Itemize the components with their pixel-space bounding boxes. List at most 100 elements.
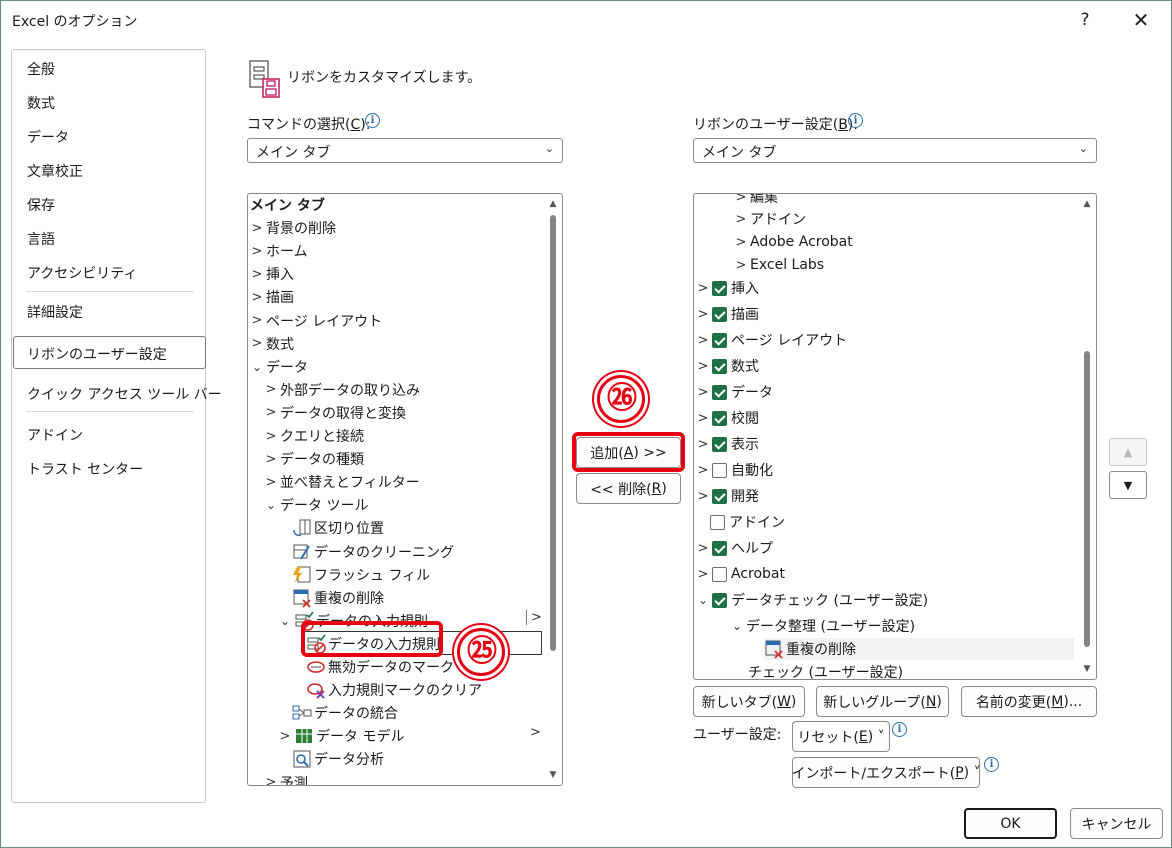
chevron-right-icon[interactable]: > xyxy=(264,429,278,444)
ribbon-tree-item[interactable]: > 表示 xyxy=(696,433,759,455)
new-group-button[interactable]: 新しいグループ(N) xyxy=(816,686,949,717)
chevron-right-icon[interactable]: > xyxy=(526,609,542,625)
chevron-right-icon[interactable]: > xyxy=(264,452,278,467)
command-tree-item[interactable]: ⌄ データ ツール xyxy=(264,494,368,516)
chevron-right-icon[interactable]: > xyxy=(696,411,710,426)
ribbon-tree-item[interactable]: > 編集 xyxy=(734,194,778,208)
chevron-right-icon[interactable]: > xyxy=(250,313,264,328)
chevron-down-icon[interactable]: ⌄ xyxy=(250,360,264,374)
tab-checkbox[interactable] xyxy=(712,358,727,374)
nav-item-quick-access-toolbar[interactable]: クイック アクセス ツール バー xyxy=(27,384,222,404)
import-export-dropdown-button[interactable]: インポート/エクスポート(P) ˅ xyxy=(791,757,981,788)
ribbon-tree-item[interactable]: 重複の削除 xyxy=(764,638,1074,660)
chevron-right-icon[interactable]: > xyxy=(264,475,278,490)
ribbon-tree-item[interactable]: アドイン xyxy=(710,511,785,533)
ribbon-tree-item[interactable]: > データ xyxy=(696,381,773,403)
ribbon-tree-item[interactable]: > 挿入 xyxy=(696,277,759,299)
chevron-right-icon[interactable]: > xyxy=(696,567,710,582)
nav-item-general[interactable]: 全般 xyxy=(27,59,55,79)
command-tree-item[interactable]: > クエリと接続 xyxy=(264,425,364,447)
commands-list[interactable]: メイン タブ > 背景の削除 > ホーム > 挿入 > 描画 > ページ レイアウト > 数式 ⌄ データ >… xyxy=(247,193,563,786)
remove-button[interactable]: << 削除(R) xyxy=(576,473,681,504)
new-tab-button[interactable]: 新しいタブ(W) xyxy=(693,686,805,717)
nav-item-trust-center[interactable]: トラスト センター xyxy=(27,459,143,479)
chevron-right-icon[interactable]: > xyxy=(264,382,278,397)
command-tree-item[interactable]: > ホーム xyxy=(250,240,308,262)
info-icon[interactable]: i xyxy=(365,113,380,128)
command-tree-item[interactable]: > データの種類 xyxy=(264,448,364,470)
ribbon-tree-item[interactable]: ⌄ データ整理 (ユーザー設定) xyxy=(730,615,915,637)
command-tree-item[interactable]: > ページ レイアウト xyxy=(250,310,383,332)
ribbon-tree-item[interactable]: > ヘルプ xyxy=(696,537,773,559)
ribbon-tabs-list[interactable]: > 編集 > アドイン > Adobe Acrobat > Excel Labs > 挿入 > 描画 >… xyxy=(693,193,1097,680)
command-tree-item[interactable]: > データの取得と変換 xyxy=(264,402,406,424)
customize-ribbon-dropdown[interactable]: メイン タブ ⌄ xyxy=(693,138,1097,163)
command-tree-item[interactable]: > 数式 xyxy=(250,333,294,355)
ribbon-tree-item[interactable]: > ページ レイアウト xyxy=(696,329,847,351)
tab-checkbox[interactable] xyxy=(712,540,727,556)
cancel-button[interactable]: キャンセル xyxy=(1070,808,1163,839)
nav-item-proofing[interactable]: 文章校正 xyxy=(27,161,83,181)
tab-checkbox[interactable] xyxy=(710,514,725,530)
command-tree-item[interactable]: > 並べ替えとフィルター xyxy=(264,471,420,493)
chevron-right-icon[interactable]: > xyxy=(696,437,710,452)
chevron-right-icon[interactable]: > xyxy=(250,336,264,351)
nav-item-formulas[interactable]: 数式 xyxy=(27,93,55,113)
ribbon-tree-item[interactable]: > 開発 xyxy=(696,485,759,507)
chevron-down-icon[interactable]: ⌄ xyxy=(264,498,278,512)
nav-item-customize-ribbon[interactable]: リボンのユーザー設定 xyxy=(27,344,167,364)
nav-item-save[interactable]: 保存 xyxy=(27,195,55,215)
command-tree-item[interactable]: 区切り位置 xyxy=(292,517,384,539)
scroll-down-icon[interactable]: ▼ xyxy=(548,770,558,780)
choose-commands-dropdown[interactable]: メイン タブ ⌄ xyxy=(247,138,563,163)
chevron-right-icon[interactable]: > xyxy=(734,212,748,227)
command-tree-item[interactable]: > 予測 xyxy=(264,772,308,785)
nav-item-accessibility[interactable]: アクセシビリティ xyxy=(27,263,137,283)
tab-checkbox[interactable] xyxy=(712,436,727,452)
tab-checkbox[interactable] xyxy=(712,566,727,582)
nav-item-advanced[interactable]: 詳細設定 xyxy=(27,302,83,322)
add-button[interactable]: 追加(A) >> xyxy=(576,437,681,468)
chevron-right-icon[interactable]: > xyxy=(264,775,278,785)
command-tree-item[interactable]: 無効データのマーク xyxy=(306,656,454,678)
commands-scrollbar[interactable]: ▲ ▼ xyxy=(546,195,560,784)
chevron-right-icon[interactable]: > xyxy=(250,267,264,282)
ribbon-tree-item[interactable]: > Adobe Acrobat xyxy=(734,231,853,253)
reset-dropdown-button[interactable]: リセット(E) ˅ xyxy=(792,721,890,752)
chevron-right-icon[interactable]: > xyxy=(696,359,710,374)
chevron-right-icon[interactable]: > xyxy=(734,258,748,273)
chevron-right-icon[interactable]: > xyxy=(264,405,278,420)
chevron-right-icon[interactable]: > xyxy=(278,729,292,744)
nav-item-addins[interactable]: アドイン xyxy=(27,425,83,445)
tab-checkbox[interactable] xyxy=(712,592,727,608)
command-tree-item[interactable]: > 外部データの取り込み xyxy=(264,379,420,401)
scroll-up-icon[interactable]: ▲ xyxy=(1082,199,1092,209)
ribbon-tree-item[interactable]: > Excel Labs xyxy=(734,254,825,276)
scroll-up-icon[interactable]: ▲ xyxy=(548,199,558,209)
tab-checkbox[interactable] xyxy=(712,410,727,426)
tab-checkbox[interactable] xyxy=(712,306,727,322)
chevron-right-icon[interactable]: > xyxy=(734,235,748,250)
ok-button[interactable]: OK xyxy=(964,808,1057,839)
ribbon-scrollbar[interactable]: ▲ ▼ xyxy=(1080,195,1094,678)
chevron-right-icon[interactable]: > xyxy=(696,489,710,504)
chevron-right-icon[interactable]: > xyxy=(696,541,710,556)
command-tree-item[interactable]: データのクリーニング xyxy=(292,541,454,563)
chevron-right-icon[interactable]: > xyxy=(250,244,264,259)
move-up-button[interactable]: ▲ xyxy=(1109,438,1147,466)
ribbon-tree-item[interactable]: チェック (ユーザー設定) xyxy=(748,661,903,679)
tab-checkbox[interactable] xyxy=(712,384,727,400)
ribbon-tree-item[interactable]: > アドイン xyxy=(734,208,806,230)
tab-checkbox[interactable] xyxy=(712,280,727,296)
chevron-down-icon[interactable]: ⌄ xyxy=(730,619,744,633)
command-tree-item[interactable]: フラッシュ フィル xyxy=(292,564,430,586)
command-tree-item[interactable]: ⌄ データ xyxy=(250,356,308,378)
command-tree-item[interactable]: 入力規則マークのクリア xyxy=(306,679,482,701)
chevron-right-icon[interactable]: > xyxy=(696,307,710,322)
command-tree-item[interactable]: ⌄ データの入力規則 xyxy=(278,610,428,632)
command-tree-item[interactable]: データの統合 xyxy=(292,702,398,724)
scroll-down-icon[interactable]: ▼ xyxy=(1082,664,1092,674)
chevron-right-icon[interactable]: > xyxy=(696,281,710,296)
nav-item-language[interactable]: 言語 xyxy=(27,229,55,249)
chevron-right-icon[interactable]: > xyxy=(250,290,264,305)
